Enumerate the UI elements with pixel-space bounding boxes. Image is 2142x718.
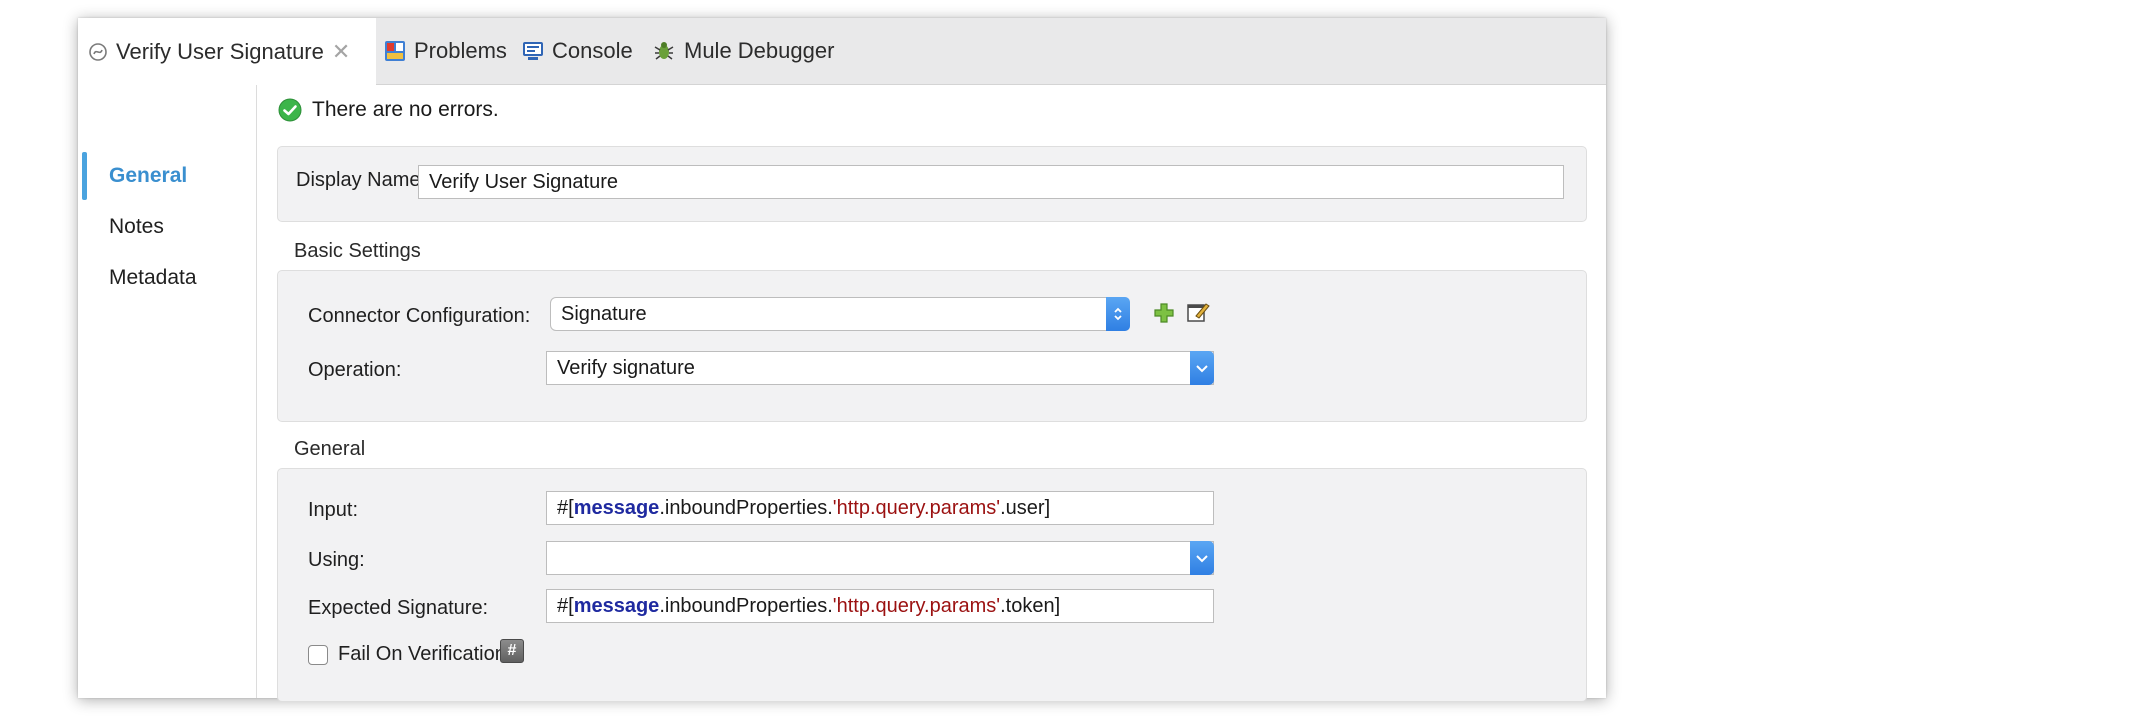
sidebar-item-label: Notes xyxy=(109,215,164,238)
edit-config-icon[interactable] xyxy=(1186,299,1212,330)
tab-label: Console xyxy=(552,38,633,63)
properties-sidebar: General Notes Metadata xyxy=(78,85,257,698)
general-section-title: General xyxy=(294,438,366,460)
editor-tab-bar: Verify User Signature ✕ Problems Console… xyxy=(78,18,1606,85)
expected-signature-label: Expected Signature: xyxy=(308,597,489,619)
basic-settings-title: Basic Settings xyxy=(294,240,421,262)
basic-settings-panel: Connector Configuration: Signature Opera… xyxy=(277,270,1587,422)
expr-prefix: #[ xyxy=(557,594,574,617)
connector-configuration-label: Connector Configuration: xyxy=(308,305,531,327)
using-select[interactable] xyxy=(546,541,1214,575)
tab-label: Problems xyxy=(414,38,507,63)
debug-bug-icon xyxy=(652,39,676,63)
sidebar-item-metadata[interactable]: Metadata xyxy=(78,253,256,303)
expr-property: .inboundProperties. xyxy=(659,594,833,617)
input-label: Input: xyxy=(308,499,359,521)
expr-keyword: message xyxy=(573,496,660,519)
tab-mule-debugger[interactable]: Mule Debugger xyxy=(652,18,834,84)
check-circle-icon xyxy=(278,98,302,122)
sidebar-item-label: General xyxy=(109,164,188,187)
tab-label: Verify User Signature xyxy=(116,38,324,64)
connector-configuration-value: Signature xyxy=(561,302,647,325)
validation-status: There are no errors. xyxy=(278,98,499,122)
expr-property: .inboundProperties. xyxy=(659,496,833,519)
updown-chevron-icon xyxy=(1106,297,1130,331)
display-name-input[interactable]: Verify User Signature xyxy=(418,165,1564,199)
expr-suffix: .token] xyxy=(1000,594,1061,617)
tab-label: Mule Debugger xyxy=(684,38,835,63)
sidebar-item-general[interactable]: General xyxy=(78,151,256,201)
general-panel: Input: #[message .inboundProperties.'http… xyxy=(277,468,1587,702)
expr-string: 'http.query.params' xyxy=(832,496,1001,519)
tab-verify-user-signature[interactable]: Verify User Signature ✕ xyxy=(78,18,376,85)
fail-on-verification-checkbox[interactable] xyxy=(308,645,328,665)
expr-prefix: #[ xyxy=(557,496,574,519)
fail-on-verification-label: Fail On Verification xyxy=(338,643,506,665)
operation-value: Verify signature xyxy=(557,356,695,379)
sidebar-item-label: Metadata xyxy=(109,266,197,289)
problems-icon xyxy=(384,40,406,62)
expr-keyword: message xyxy=(573,594,660,617)
sidebar-item-notes[interactable]: Notes xyxy=(78,202,256,252)
close-icon[interactable]: ✕ xyxy=(332,39,350,65)
operation-label: Operation: xyxy=(308,359,402,381)
properties-window: Verify User Signature ✕ Problems Console… xyxy=(78,18,1606,702)
status-text: There are no errors. xyxy=(312,98,499,121)
tab-console[interactable]: Console xyxy=(522,18,633,84)
expected-signature-field[interactable]: #[message .inboundProperties.'http.query.… xyxy=(546,589,1214,623)
connector-configuration-select[interactable]: Signature xyxy=(550,297,1130,331)
operation-select[interactable]: Verify signature xyxy=(546,351,1214,385)
mule-component-icon xyxy=(88,42,108,62)
chevron-down-icon xyxy=(1190,351,1214,385)
display-name-label: Display Name: xyxy=(296,169,427,191)
add-config-icon[interactable] xyxy=(1152,301,1176,330)
tab-problems[interactable]: Problems xyxy=(384,18,507,84)
expr-suffix: .user] xyxy=(1000,496,1051,519)
console-icon xyxy=(522,40,544,62)
chevron-down-icon xyxy=(1190,541,1214,575)
input-field[interactable]: #[message .inboundProperties.'http.query.… xyxy=(546,491,1214,525)
expression-mode-button[interactable]: # xyxy=(500,639,524,663)
display-name-panel: Display Name: Verify User Signature xyxy=(277,146,1587,222)
expr-string: 'http.query.params' xyxy=(832,594,1001,617)
using-label: Using: xyxy=(308,549,365,571)
